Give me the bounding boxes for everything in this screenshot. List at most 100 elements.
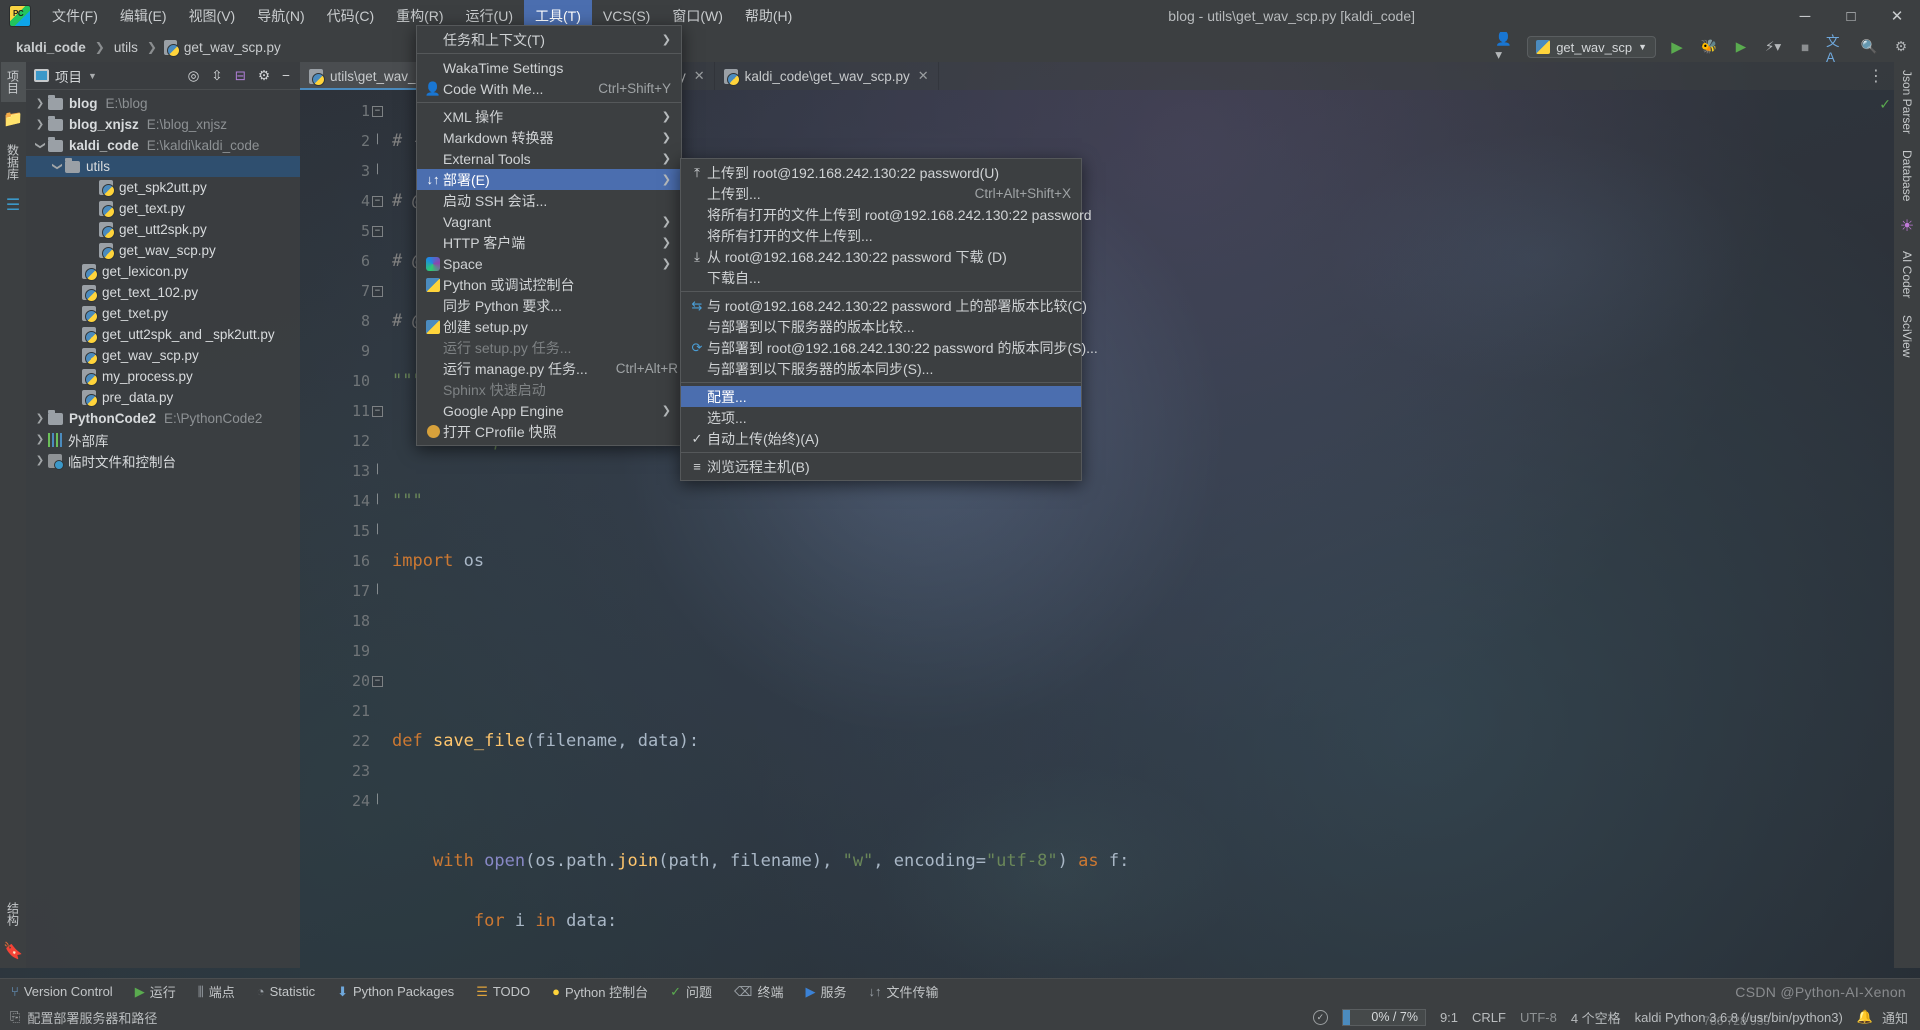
breadcrumb-project[interactable]: kaldi_code: [14, 40, 88, 55]
menu-item[interactable]: 将所有打开的文件上传到 root@192.168.242.130:22 pass…: [681, 204, 1092, 225]
locate-icon[interactable]: ◎: [188, 68, 200, 84]
menu-file[interactable]: 文件(F): [41, 0, 109, 32]
menu-item[interactable]: ✓ 自动上传(始终)(A): [681, 428, 1081, 449]
menu-item[interactable]: Python 或调试控制台: [417, 274, 681, 295]
bottom-tool-terminal[interactable]: ⌫ 终端: [723, 979, 794, 1005]
tree-row[interactable]: get_wav_scp.py: [26, 240, 300, 261]
menu-item[interactable]: Space ❯: [417, 253, 681, 274]
bottom-tool-statistic[interactable]: ◔ Statistic: [246, 979, 326, 1005]
menu-item[interactable]: 与部署到以下服务器的版本同步(S)...: [681, 358, 1081, 379]
tree-row[interactable]: ❯ blog E:\blog: [26, 93, 300, 114]
indent-setting[interactable]: 4 个空格: [1571, 1008, 1621, 1027]
menu-item[interactable]: ↓↑ 部署(E) ❯: [417, 169, 681, 190]
menu-item[interactable]: 同步 Python 要求...: [417, 295, 681, 316]
menu-item[interactable]: 创建 setup.py: [417, 316, 681, 337]
sidebar-item-ai-coder[interactable]: AI Coder: [1896, 243, 1918, 306]
menu-item[interactable]: 打开 CProfile 快照: [417, 421, 681, 442]
code-fold-toggle[interactable]: │: [372, 166, 383, 177]
memory-indicator[interactable]: 0% / 7%: [1341, 1008, 1426, 1026]
menu-item[interactable]: 👤 Code With Me... Ctrl+Shift+Y: [417, 78, 681, 99]
run-configuration-selector[interactable]: get_wav_scp ▼: [1527, 36, 1656, 58]
coverage-icon[interactable]: ▶: [1730, 36, 1752, 58]
menu-item[interactable]: External Tools ❯: [417, 148, 681, 169]
sidebar-item-database[interactable]: 数据库: [1, 136, 26, 188]
code-fold-toggle[interactable]: −: [372, 106, 383, 117]
bottom-tool-file-transfer[interactable]: ↓↑ 文件传输: [857, 979, 949, 1005]
menu-item[interactable]: ⇆ 与 root@192.168.242.130:22 password 上的部署…: [681, 295, 1087, 316]
project-tool-window[interactable]: 项目 ▼ ◎ ⇳ ⊟ ⚙ − ❯ blog E:\blog ❯ blog_xnjsz E:…: [26, 62, 300, 968]
user-icon[interactable]: 👤▾: [1495, 31, 1517, 62]
menu-item[interactable]: 任务和上下文(T) ❯: [417, 29, 681, 50]
bottom-tool-run[interactable]: ▶ 运行: [124, 979, 187, 1005]
profile-icon[interactable]: ⚡▾: [1762, 36, 1784, 58]
menu-item[interactable]: 下载自...: [681, 267, 1081, 288]
sidebar-item-project[interactable]: 项目: [0, 62, 26, 102]
menu-help[interactable]: 帮助(H): [734, 0, 803, 32]
code-fold-toggle[interactable]: │: [372, 466, 383, 477]
chevron-down-icon[interactable]: ▼: [88, 71, 97, 81]
menu-item[interactable]: 与部署到以下服务器的版本比较...: [681, 316, 1081, 337]
menu-item[interactable]: Vagrant ❯: [417, 211, 681, 232]
menu-item[interactable]: Markdown 转换器 ❯: [417, 127, 681, 148]
settings-icon[interactable]: ⚙: [258, 68, 270, 84]
settings-icon[interactable]: ⚙: [1890, 36, 1912, 58]
bottom-tool-todo[interactable]: ☰ TODO: [465, 979, 541, 1005]
menu-item[interactable]: 上传到... Ctrl+Alt+Shift+X: [681, 183, 1081, 204]
hide-icon[interactable]: ⊟: [235, 68, 246, 84]
menu-item[interactable]: 启动 SSH 会话...: [417, 190, 681, 211]
chevron-down-icon[interactable]: ❯: [35, 138, 46, 154]
code-fold-toggle[interactable]: │: [372, 496, 383, 507]
bell-icon[interactable]: 🔔: [1857, 1009, 1873, 1025]
bottom-tool-python[interactable]: ● Python 控制台: [541, 979, 659, 1005]
translate-icon[interactable]: 文A: [1826, 34, 1848, 65]
minimize-panel-icon[interactable]: −: [282, 68, 290, 83]
tree-row[interactable]: get_lexicon.py: [26, 261, 300, 282]
code-fold-toggle[interactable]: │: [372, 526, 383, 537]
left-tool-strip[interactable]: 项目 📁 数据库 ☰ 结构 🔖: [0, 62, 26, 968]
chevron-right-icon[interactable]: ❯: [32, 455, 48, 466]
menu-navigate[interactable]: 导航(N): [246, 0, 315, 32]
caret-position[interactable]: 9:1: [1440, 1010, 1458, 1025]
menu-item[interactable]: ⟳ 与部署到 root@192.168.242.130:22 password 的…: [681, 337, 1098, 358]
tree-row[interactable]: get_text_102.py: [26, 282, 300, 303]
database-icon[interactable]: ☰: [4, 196, 22, 214]
code-fold-toggle[interactable]: −: [372, 196, 383, 207]
menu-item[interactable]: 将所有打开的文件上传到...: [681, 225, 1081, 246]
inspection-ok-icon[interactable]: ✓: [1879, 96, 1891, 113]
menu-item[interactable]: XML 操作 ❯: [417, 106, 681, 127]
bottom-tool-packages[interactable]: ⬇ Python Packages: [326, 979, 465, 1005]
tools-menu-popup[interactable]: 任务和上下文(T) ❯ WakaTime Settings 👤 Code With Me…: [416, 25, 682, 446]
bottom-tool-endpoints[interactable]: ⫼ 端点: [187, 979, 246, 1005]
code-fold-toggle[interactable]: −: [372, 676, 383, 687]
menu-item[interactable]: ⤓ 从 root@192.168.242.130:22 password 下载 (…: [681, 246, 1081, 267]
code-fold-toggle[interactable]: −: [372, 406, 383, 417]
breadcrumb-folder[interactable]: utils: [112, 40, 140, 55]
bookmark-icon[interactable]: 🔖: [3, 942, 23, 960]
right-tool-strip[interactable]: Json Parser Database ☀ AI Coder SciView: [1894, 62, 1920, 968]
tree-row[interactable]: get_text.py: [26, 198, 300, 219]
tree-row[interactable]: pre_data.py: [26, 387, 300, 408]
window-controls[interactable]: ─ □ ✕: [1782, 0, 1920, 32]
menu-item[interactable]: HTTP 客户端 ❯: [417, 232, 681, 253]
code-fold-toggle[interactable]: −: [372, 226, 383, 237]
bottom-tool-window-bar[interactable]: ⑂ Version Control ▶ 运行 ⫼ 端点 ◔ Statistic ⬇ Python …: [0, 978, 1920, 1004]
chevron-right-icon[interactable]: ❯: [32, 119, 48, 130]
tree-row[interactable]: get_wav_scp.py: [26, 345, 300, 366]
breadcrumb[interactable]: kaldi_code ❯ utils ❯ get_wav_scp.py: [0, 39, 283, 57]
close-icon[interactable]: ✕: [918, 68, 929, 84]
menu-view[interactable]: 视图(V): [178, 0, 247, 32]
project-tree[interactable]: ❯ blog E:\blog ❯ blog_xnjsz E:\blog_xnjsz ❯ kal…: [26, 90, 300, 471]
code-fold-toggle[interactable]: │: [372, 136, 383, 147]
tree-row[interactable]: ❯ 临时文件和控制台: [26, 450, 300, 471]
tree-row[interactable]: ❯ utils: [26, 156, 300, 177]
menu-item[interactable]: 选项...: [681, 407, 1081, 428]
sidebar-item-database-right[interactable]: Database: [1896, 142, 1918, 209]
breadcrumb-file[interactable]: get_wav_scp.py: [182, 40, 283, 55]
chevron-down-icon[interactable]: ❯: [52, 159, 63, 175]
minimize-icon[interactable]: ─: [1782, 0, 1828, 32]
menu-edit[interactable]: 编辑(E): [109, 0, 178, 32]
notification-label[interactable]: 通知: [1882, 1008, 1908, 1027]
bottom-tool-problems[interactable]: ✓ 问题: [659, 979, 723, 1005]
sidebar-item-json-parser[interactable]: Json Parser: [1896, 62, 1918, 142]
chevron-right-icon[interactable]: ❯: [32, 434, 48, 445]
